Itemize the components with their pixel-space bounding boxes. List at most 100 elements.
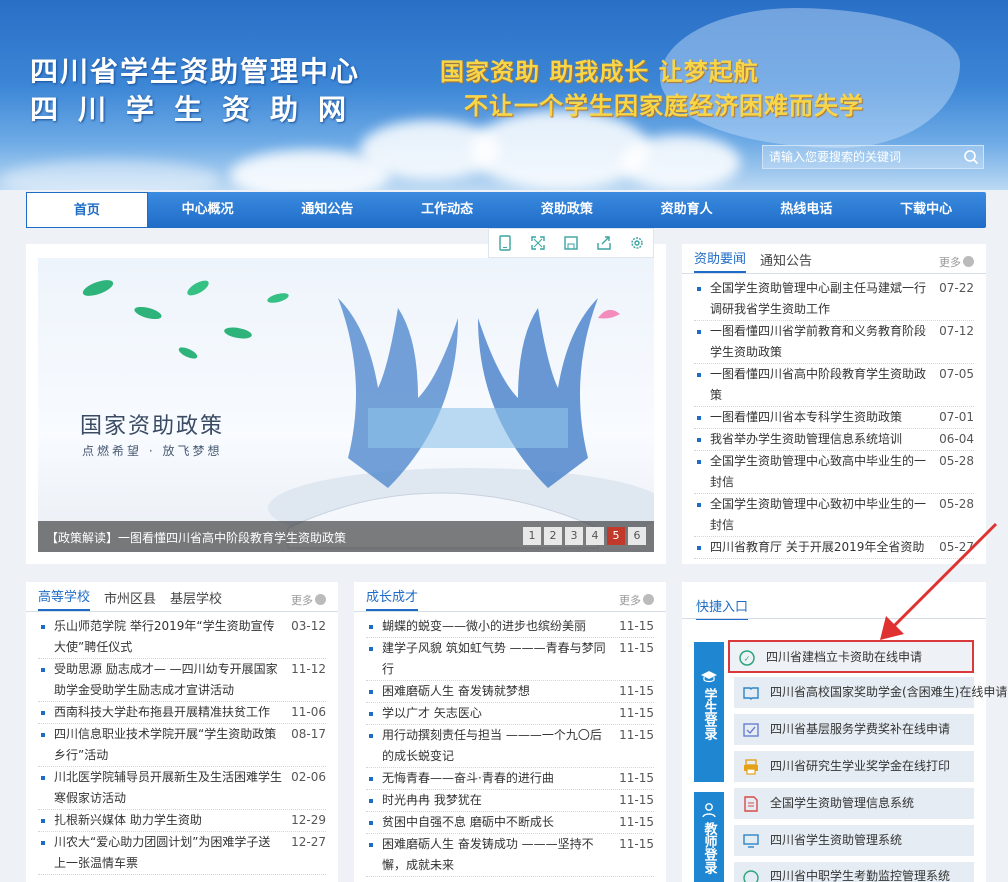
list-item[interactable]: 困难磨砺人生 奋发铸成功 ———坚持不懈，成就未来 11-15 [366,834,654,877]
quick-link-scholarship-application[interactable]: 四川省高校国家奖助学金(含困难生)在线申请 [734,677,1007,708]
tab-basic-schools[interactable]: 基层学校 [170,588,222,611]
list-item-date: 12-27 [291,835,326,849]
save-icon[interactable] [563,235,579,251]
school-news-list: 乐山师范学院 举行2019年“学生资助宣传大使”聘任仪式 03-12 受助思源 励志… [26,612,338,875]
nav-work-news[interactable]: 工作动态 [387,192,507,228]
quick-link-graduate-scholarship[interactable]: 四川省研究生学业奖学金在线打印 [734,751,974,782]
more-link[interactable]: 更多 [619,592,654,608]
list-item-title[interactable]: 一图看懂四川省高中阶段教育学生资助政策 [710,367,926,402]
pager-item[interactable]: 6 [628,527,646,545]
list-item[interactable]: 无悔青春——奋斗·青春的进行曲 11-15 [366,768,654,790]
student-login-button[interactable]: 学生登录 [694,642,724,782]
tab-funding-news[interactable]: 资助要闻 [694,248,747,273]
list-item-title[interactable]: 学以广才 矢志医心 [382,706,482,720]
list-item-date: 07-22 [939,281,974,295]
list-item[interactable]: 受助思源 励志成才— —四川幼专开展国家助学金受助学生励志成才宣讲活动 11-12 [38,659,326,702]
slide-image[interactable]: 国家资助政策 点燃希望 · 放飞梦想 [38,258,654,552]
site-subtitle: 四川学生资助网 [30,93,367,126]
list-item-title[interactable]: 受助思源 励志成才— —四川幼专开展国家助学金受助学生励志成才宣讲活动 [54,662,278,697]
list-item[interactable]: 一图看懂四川省学前教育和义务教育阶段学生资助政策 07-12 [694,321,974,364]
list-item[interactable]: 我省举办学生资助管理信息系统培训 06-04 [694,429,974,451]
pager-item-current[interactable]: 5 [607,527,625,545]
list-item-title[interactable]: 无悔青春——奋斗·青春的进行曲 [382,771,554,785]
list-item-title[interactable]: 四川信息职业技术学院开展“学生资助政策乡行”活动 [54,727,276,762]
quick-link-provincial-system[interactable]: 四川省学生资助管理系统 [734,825,974,856]
slide-heading: 国家资助政策 [80,414,225,439]
list-item-date: 07-01 [939,410,974,424]
phone-icon[interactable] [497,235,513,251]
list-item[interactable]: 学以广才 矢志医心 11-15 [366,703,654,725]
more-link[interactable]: 更多 [291,592,326,608]
list-item[interactable]: 乐山师范学院 举行2019年“学生资助宣传大使”聘任仪式 03-12 [38,616,326,659]
list-item-title[interactable]: 全国学生资助管理中心副主任马建斌一行调研我省学生资助工作 [710,281,926,316]
tab-cities-counties[interactable]: 市州区县 [104,588,156,611]
list-item[interactable]: 贫困中自强不息 磨砺中不断成长 11-15 [366,812,654,834]
list-item-title[interactable]: 乐山师范学院 举行2019年“学生资助宣传大使”聘任仪式 [54,619,275,654]
list-item[interactable]: 一图看懂四川省高中阶段教育学生资助政策 07-05 [694,364,974,407]
quick-link-label: 四川省高校国家奖助学金(含困难生)在线申请 [770,685,1008,699]
list-item[interactable]: 建学子风貌 筑如虹气势 ———青春与梦同行 11-15 [366,638,654,681]
list-item-title[interactable]: 一图看懂四川省本专科学生资助政策 [710,410,902,424]
list-item-title[interactable]: 川北医学院辅导员开展新生及生活困难学生寒假家访活动 [54,770,282,805]
share-icon[interactable] [596,235,612,251]
list-item-date: 11-15 [619,706,654,720]
quick-link-grassroots-tuition[interactable]: 四川省基层服务学费奖补在线申请 [734,714,974,745]
list-item[interactable]: 蝴蝶的蜕变——微小的进步也缤纷美丽 11-15 [366,616,654,638]
nav-center-overview[interactable]: 中心概况 [148,192,268,228]
pager-item[interactable]: 4 [586,527,604,545]
list-item-date: 11-15 [619,815,654,829]
annotation-arrow-icon [880,522,998,640]
list-item-date: 02-06 [291,770,326,784]
nav-hotline[interactable]: 热线电话 [747,192,867,228]
nav-policy[interactable]: 资助政策 [507,192,627,228]
list-item[interactable]: 西南科技大学赴布拖县开展精准扶贫工作 11-06 [38,702,326,724]
list-item-title[interactable]: 扎根新兴媒体 助力学生资助 [54,813,202,827]
list-item-title[interactable]: 川农大“爱心助力团圆计划”为困难学子送上一张温情车票 [54,835,270,870]
nav-notices[interactable]: 通知公告 [268,192,388,228]
search-input[interactable] [763,146,959,168]
nav-home[interactable]: 首页 [26,192,148,228]
list-item-title[interactable]: 我省举办学生资助管理信息系统培训 [710,432,902,446]
list-item[interactable]: 时光冉冉 我梦犹在 11-15 [366,790,654,812]
list-item[interactable]: 扎根新兴媒体 助力学生资助 12-29 [38,810,326,832]
tab-higher-schools[interactable]: 高等学校 [38,586,91,611]
pager-item[interactable]: 3 [565,527,583,545]
quick-link-label: 全国学生资助管理信息系统 [770,796,915,810]
list-item-title[interactable]: 蝴蝶的蜕变——微小的进步也缤纷美丽 [382,619,586,633]
search-icon[interactable] [963,149,979,165]
list-item[interactable]: 困难磨砺人生 奋发铸就梦想 11-15 [366,681,654,703]
pager-item[interactable]: 2 [544,527,562,545]
list-item-title[interactable]: 全国学生资助管理中心致高中毕业生的一封信 [710,454,926,489]
list-item-title[interactable]: 用行动撰刻责任与担当 ———一个九〇后的成长蜕变记 [382,728,602,763]
tab-notices[interactable]: 通知公告 [760,250,812,273]
nav-downloads[interactable]: 下载中心 [866,192,986,228]
slide-caption[interactable]: 【政策解读】一图看懂四川省高中阶段教育学生资助政策 [46,529,346,546]
cloud-decoration [620,135,740,190]
growth-news-list: 蝴蝶的蜕变——微小的进步也缤纷美丽 11-15 建学子风貌 筑如虹气势 ———青春与… [354,612,666,877]
list-item-title[interactable]: 一图看懂四川省学前教育和义务教育阶段学生资助政策 [710,324,926,359]
tab-growth[interactable]: 成长成才 [366,586,419,611]
more-icon [963,256,974,267]
list-item[interactable]: 用行动撰刻责任与担当 ———一个九〇后的成长蜕变记 11-15 [366,725,654,768]
quick-link-attendance-system[interactable]: 四川省中职学生考勤监控管理系统 [734,862,974,882]
list-item[interactable]: 四川信息职业技术学院开展“学生资助政策乡行”活动 08-17 [38,724,326,767]
list-item[interactable]: 一图看懂四川省本专科学生资助政策 07-01 [694,407,974,429]
list-item-title[interactable]: 西南科技大学赴布拖县开展精准扶贫工作 [54,705,270,719]
nav-education[interactable]: 资助育人 [627,192,747,228]
gear-icon[interactable] [629,235,645,251]
quick-link-national-system[interactable]: 全国学生资助管理信息系统 [734,788,974,819]
pager-item[interactable]: 1 [523,527,541,545]
list-item[interactable]: 川北医学院辅导员开展新生及生活困难学生寒假家访活动 02-06 [38,767,326,810]
more-link[interactable]: 更多 [939,254,974,270]
list-item-title[interactable]: 建学子风貌 筑如虹气势 ———青春与梦同行 [382,641,606,676]
list-item-title[interactable]: 贫困中自强不息 磨砺中不断成长 [382,815,554,829]
list-item[interactable]: 川农大“爱心助力团圆计划”为困难学子送上一张温情车票 12-27 [38,832,326,875]
list-item-title[interactable]: 困难磨砺人生 奋发铸就梦想 [382,684,530,698]
list-item[interactable]: 全国学生资助管理中心致高中毕业生的一封信 05-28 [694,451,974,494]
list-item-title[interactable]: 困难磨砺人生 奋发铸成功 ———坚持不懈，成就未来 [382,837,594,872]
fullscreen-icon[interactable] [530,235,546,251]
printer-icon [744,759,758,775]
list-item[interactable]: 全国学生资助管理中心副主任马建斌一行调研我省学生资助工作 07-22 [694,278,974,321]
teacher-login-button[interactable]: 教师登录 [694,792,724,882]
list-item-title[interactable]: 时光冉冉 我梦犹在 [382,793,482,807]
